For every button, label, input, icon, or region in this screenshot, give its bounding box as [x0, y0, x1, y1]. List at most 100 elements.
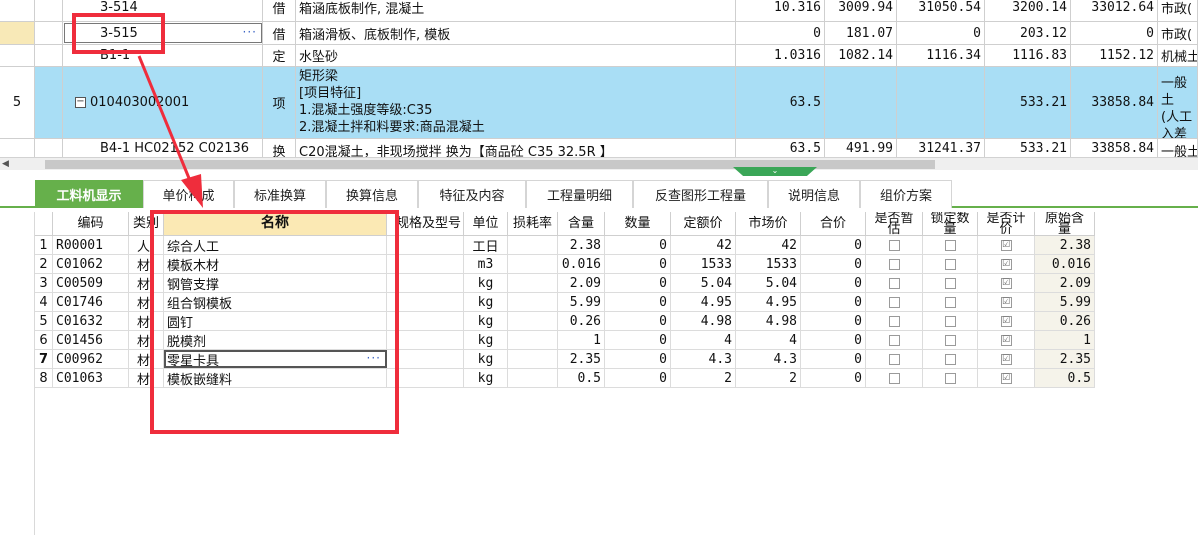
resource-code[interactable]: C00962	[53, 350, 129, 368]
row-header[interactable]	[0, 45, 35, 66]
resource-content[interactable]: 2.38	[558, 236, 605, 254]
resource-market-price[interactable]: 4	[736, 331, 801, 349]
row-header[interactable]	[0, 0, 35, 21]
resource-amount[interactable]: 0	[605, 255, 671, 273]
resource-content[interactable]: 0.26	[558, 312, 605, 330]
row-header[interactable]	[0, 22, 35, 44]
col-header-original-content[interactable]: 原始含量	[1035, 212, 1095, 236]
tab-description-info[interactable]: 说明信息	[768, 180, 860, 208]
priced-checkbox[interactable]: ☑	[1000, 315, 1012, 327]
table-row[interactable]: 3-514 借 箱涵底板制作, 混凝土 10.316 3009.94 31050…	[0, 0, 1198, 22]
resource-amount[interactable]: 0	[605, 331, 671, 349]
provisional-checkbox[interactable]	[888, 353, 900, 365]
col-header-content[interactable]: 含量	[558, 212, 605, 236]
locked-checkbox[interactable]	[944, 334, 956, 346]
resource-loss-rate[interactable]	[508, 255, 558, 273]
col-header-loss-rate[interactable]: 损耗率	[508, 212, 558, 236]
resource-market-price[interactable]: 4.98	[736, 312, 801, 330]
provisional-checkbox[interactable]	[888, 258, 900, 270]
col-header-total[interactable]: 合价	[801, 212, 866, 236]
resource-amount[interactable]: 0	[605, 293, 671, 311]
resource-market-price[interactable]: 4.3	[736, 350, 801, 368]
resource-loss-rate[interactable]	[508, 331, 558, 349]
priced-checkbox[interactable]: ☑	[1000, 277, 1012, 289]
tab-features-content[interactable]: 特征及内容	[418, 180, 526, 208]
collapse-icon[interactable]: −	[75, 97, 86, 108]
provisional-checkbox[interactable]	[888, 372, 900, 384]
locked-checkbox[interactable]	[944, 258, 956, 270]
provisional-checkbox[interactable]	[888, 334, 900, 346]
locked-checkbox[interactable]	[944, 315, 956, 327]
tab-conversion-info[interactable]: 换算信息	[326, 180, 418, 208]
resource-unit[interactable]: kg	[464, 312, 508, 330]
tab-standard-conversion[interactable]: 标准换算	[234, 180, 326, 208]
provisional-checkbox[interactable]	[888, 239, 900, 251]
resource-content[interactable]: 1	[558, 331, 605, 349]
locked-checkbox[interactable]	[944, 353, 956, 365]
provisional-checkbox[interactable]	[888, 296, 900, 308]
resource-content[interactable]: 2.35	[558, 350, 605, 368]
resource-loss-rate[interactable]	[508, 274, 558, 292]
priced-checkbox[interactable]: ☑	[1000, 296, 1012, 308]
item-description[interactable]: 矩形梁 [项目特征] 1.混凝土强度等级:C35 2.混凝土拌和料要求:商品混凝…	[296, 67, 736, 138]
priced-checkbox[interactable]: ☑	[1000, 258, 1012, 270]
resource-loss-rate[interactable]	[508, 312, 558, 330]
priced-checkbox[interactable]: ☑	[1000, 372, 1012, 384]
resource-unit[interactable]: 工日	[464, 236, 508, 254]
resource-code[interactable]: C01063	[53, 369, 129, 387]
col-header-priced[interactable]: 是否计价	[978, 212, 1035, 236]
resource-amount[interactable]: 0	[605, 312, 671, 330]
provisional-checkbox[interactable]	[888, 315, 900, 327]
resource-unit[interactable]: m3	[464, 255, 508, 273]
resource-content[interactable]: 0.016	[558, 255, 605, 273]
resource-unit[interactable]: kg	[464, 331, 508, 349]
resource-market-price[interactable]: 2	[736, 369, 801, 387]
more-options-icon[interactable]: ···	[243, 25, 257, 39]
priced-checkbox[interactable]: ☑	[1000, 353, 1012, 365]
resource-market-price[interactable]: 42	[736, 236, 801, 254]
resource-loss-rate[interactable]	[508, 369, 558, 387]
col-header-amount[interactable]: 数量	[605, 212, 671, 236]
row-header[interactable]: 5	[0, 67, 35, 138]
item-name[interactable]: 箱涵底板制作, 混凝土	[296, 0, 736, 21]
item-qty[interactable]: 10.316	[736, 0, 825, 21]
col-header-locked[interactable]: 锁定数量	[923, 212, 978, 236]
resource-amount[interactable]: 0	[605, 274, 671, 292]
tab-graphic-quantity-lookup[interactable]: 反查图形工程量	[633, 180, 768, 208]
resource-code[interactable]: C01062	[53, 255, 129, 273]
resource-amount[interactable]: 0	[605, 236, 671, 254]
resource-loss-rate[interactable]	[508, 350, 558, 368]
splitter-handle[interactable]: ⌄	[733, 167, 817, 176]
tab-pricing-scheme[interactable]: 组价方案	[860, 180, 952, 208]
col-header-code[interactable]: 编码	[53, 212, 129, 236]
resource-amount[interactable]: 0	[605, 369, 671, 387]
resource-content[interactable]: 5.99	[558, 293, 605, 311]
resource-market-price[interactable]: 4.95	[736, 293, 801, 311]
locked-checkbox[interactable]	[944, 277, 956, 289]
resource-unit[interactable]: kg	[464, 274, 508, 292]
resource-unit[interactable]: kg	[464, 369, 508, 387]
resource-content[interactable]: 0.5	[558, 369, 605, 387]
resource-unit[interactable]: kg	[464, 350, 508, 368]
resource-code[interactable]: C01456	[53, 331, 129, 349]
resource-market-price[interactable]: 5.04	[736, 274, 801, 292]
col-header-fixed-price[interactable]: 定额价	[671, 212, 736, 236]
scroll-left-icon[interactable]: ◀	[2, 159, 9, 169]
priced-checkbox[interactable]: ☑	[1000, 334, 1012, 346]
table-row-current[interactable]: 3-515 ··· 借 箱涵滑板、底板制作, 模板 0 181.07 0 203…	[0, 22, 1198, 45]
resource-market-price[interactable]: 1533	[736, 255, 801, 273]
locked-checkbox[interactable]	[944, 372, 956, 384]
col-header-unit[interactable]: 单位	[464, 212, 508, 236]
priced-checkbox[interactable]: ☑	[1000, 239, 1012, 251]
locked-checkbox[interactable]	[944, 296, 956, 308]
tab-quantity-details[interactable]: 工程量明细	[526, 180, 633, 208]
provisional-checkbox[interactable]	[888, 277, 900, 289]
locked-checkbox[interactable]	[944, 239, 956, 251]
resource-code[interactable]: C01746	[53, 293, 129, 311]
resource-code[interactable]: R00001	[53, 236, 129, 254]
resource-amount[interactable]: 0	[605, 350, 671, 368]
resource-loss-rate[interactable]	[508, 293, 558, 311]
col-header-market-price[interactable]: 市场价	[736, 212, 801, 236]
resource-content[interactable]: 2.09	[558, 274, 605, 292]
resource-loss-rate[interactable]	[508, 236, 558, 254]
